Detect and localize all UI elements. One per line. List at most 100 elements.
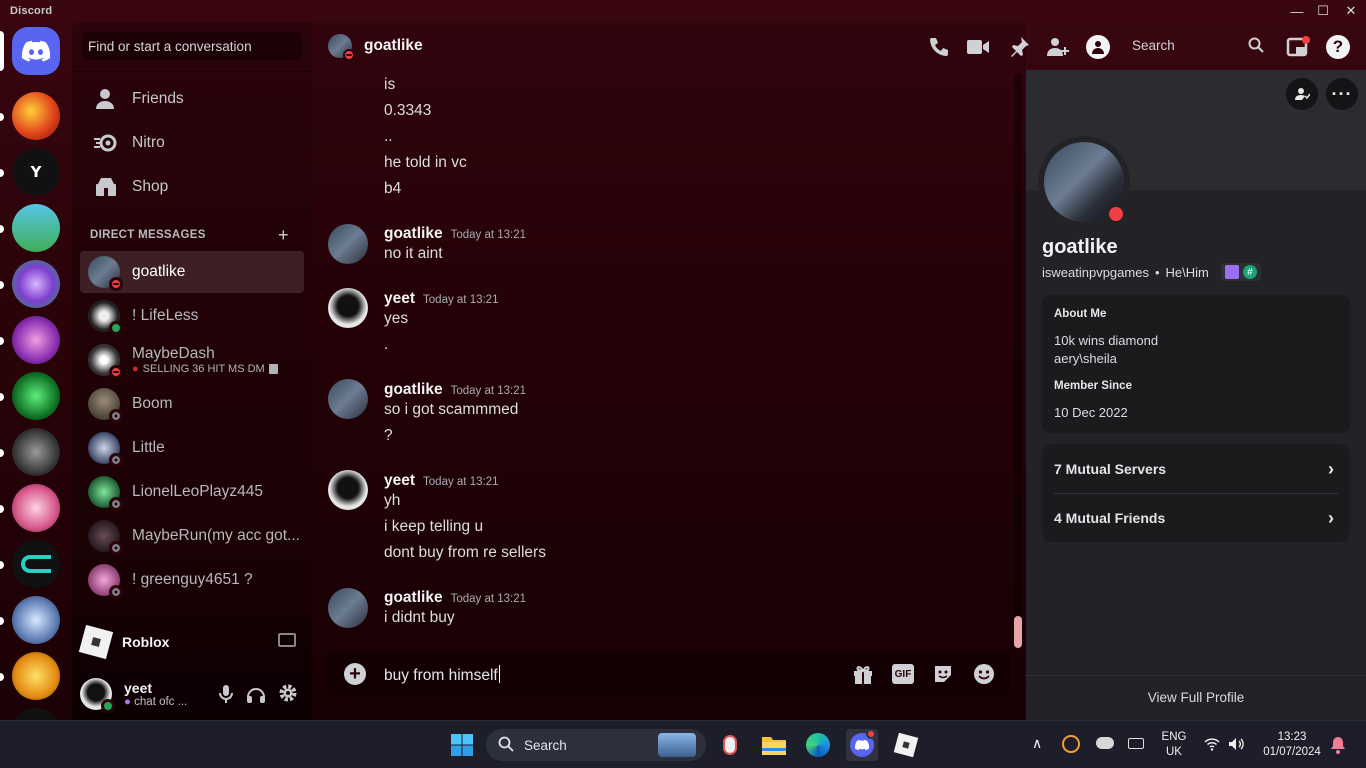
dm-section-header: DIRECT MESSAGES [90, 229, 206, 241]
server-icon[interactable] [12, 204, 60, 252]
sticker-icon[interactable] [932, 663, 954, 690]
help-icon[interactable]: ? [1326, 35, 1350, 59]
message-input-value: buy from himself [384, 667, 498, 684]
server-icon[interactable] [12, 260, 60, 308]
server-icon[interactable] [12, 372, 60, 420]
edge-browser-icon[interactable] [802, 729, 834, 761]
header-search-input[interactable]: Search [1124, 34, 1268, 58]
voice-call-icon[interactable] [928, 36, 950, 63]
stream-icon[interactable] [278, 633, 296, 647]
nav-shop[interactable]: Shop [80, 166, 304, 208]
message-avatar[interactable] [328, 588, 368, 628]
discord-taskbar-icon[interactable] [846, 729, 878, 761]
message-avatar[interactable] [328, 224, 368, 264]
keyboard-icon[interactable] [1128, 738, 1144, 749]
find-conversation-input[interactable]: Find or start a conversation [82, 32, 302, 60]
badge-icon: ● [124, 696, 131, 708]
badges: # [1220, 263, 1261, 281]
user-avatar[interactable] [80, 678, 115, 713]
language-indicator[interactable]: ENG UK [1156, 730, 1192, 760]
message-author[interactable]: yeet [384, 472, 415, 490]
hashtag-badge-icon[interactable]: # [1242, 265, 1257, 279]
custom-status: SELLING 36 HIT MS DM [142, 363, 265, 375]
attach-plus-icon[interactable]: + [344, 663, 366, 685]
message-timestamp: Today at 13:21 [450, 593, 527, 605]
create-dm-button[interactable]: + [278, 225, 289, 246]
unread-dot [0, 169, 4, 177]
clock[interactable]: 13:23 01/07/2024 [1254, 730, 1330, 760]
view-full-profile-link[interactable]: View Full Profile [1026, 690, 1366, 705]
about-line: aery\sheila [1054, 351, 1117, 366]
wifi-icon[interactable] [1204, 737, 1220, 756]
message-author[interactable]: yeet [384, 290, 415, 308]
nav-friends[interactable]: Friends [80, 78, 304, 120]
home-button[interactable] [12, 27, 60, 75]
message-avatar[interactable] [328, 288, 368, 328]
server-icon[interactable] [12, 484, 60, 532]
inbox-icon[interactable] [1286, 36, 1310, 63]
headphones-icon[interactable] [246, 684, 266, 704]
dm-item[interactable]: goatlike [80, 251, 304, 293]
mouse-app-icon[interactable] [714, 729, 746, 761]
scrollbar-thumb[interactable] [1014, 616, 1022, 648]
user-profile-toggle-icon[interactable] [1086, 35, 1110, 59]
gift-icon[interactable] [852, 663, 874, 690]
gif-button[interactable]: GIF [892, 664, 914, 684]
message-composer[interactable]: + buy from himself GIF [328, 652, 1010, 696]
more-options-icon[interactable]: ··· [1326, 78, 1358, 110]
notifications-bell-icon[interactable] [1330, 736, 1346, 759]
microphone-icon[interactable] [216, 684, 236, 704]
dm-item[interactable]: LionelLeoPlayz445 [80, 471, 304, 513]
message-input[interactable]: buy from himself [384, 665, 500, 685]
server-icon[interactable] [12, 428, 60, 476]
dm-item[interactable]: ! greenguy4651 ? [80, 559, 304, 601]
status-text: chat ofc ... [134, 696, 188, 708]
server-icon[interactable] [12, 540, 60, 588]
server-icon[interactable] [12, 316, 60, 364]
server-icon[interactable] [12, 92, 60, 140]
profile-avatar[interactable] [1038, 136, 1130, 228]
message-author[interactable]: goatlike [384, 589, 443, 607]
dm-item[interactable]: MaybeDash ● SELLING 36 HIT MS DM [80, 339, 304, 381]
add-friend-icon[interactable] [1046, 36, 1070, 63]
gear-icon[interactable] [278, 683, 298, 703]
user-status-text: ● chat ofc ... [124, 696, 224, 708]
pin-icon[interactable] [1008, 36, 1030, 63]
taskbar-search[interactable]: Search [486, 729, 706, 761]
message-author[interactable]: goatlike [384, 225, 443, 243]
server-icon[interactable] [12, 596, 60, 644]
message-author[interactable]: goatlike [384, 381, 443, 399]
windows-start-icon[interactable] [446, 729, 478, 761]
channel-name: goatlike [364, 37, 423, 54]
file-explorer-icon[interactable] [758, 729, 790, 761]
close-button[interactable]: ✕ [1334, 0, 1366, 22]
profile-action-icon[interactable] [1286, 78, 1318, 110]
nitro-badge-icon[interactable] [1224, 265, 1239, 279]
volume-icon[interactable] [1228, 737, 1246, 756]
activity-panel[interactable]: Roblox [72, 616, 312, 668]
server-icon[interactable] [12, 652, 60, 700]
tray-overflow-chevron-icon[interactable]: ∧ [1032, 735, 1042, 752]
message-avatar[interactable] [328, 379, 368, 419]
message-timestamp: Today at 13:21 [450, 229, 527, 241]
scrollbar-track[interactable] [1014, 74, 1022, 648]
dm-name: Little [132, 439, 165, 456]
emoji-icon[interactable] [973, 663, 995, 690]
video-call-icon[interactable] [966, 38, 990, 61]
note-icon [268, 364, 278, 374]
server-icon[interactable] [12, 708, 60, 720]
nav-nitro[interactable]: Nitro [80, 122, 304, 164]
cloud-icon[interactable] [1096, 737, 1114, 749]
mutual-servers-row[interactable]: 7 Mutual Servers › [1054, 459, 1338, 479]
unread-dot [0, 673, 4, 681]
dm-item[interactable]: MaybeRun(my acc got... [80, 515, 304, 557]
user-name: yeet [124, 680, 153, 696]
dm-item[interactable]: Boom [80, 383, 304, 425]
server-icon[interactable]: Y [12, 148, 60, 196]
dm-item[interactable]: Little [80, 427, 304, 469]
mutual-friends-row[interactable]: 4 Mutual Friends › [1054, 508, 1338, 528]
roblox-taskbar-icon[interactable] [890, 729, 922, 761]
sync-icon[interactable] [1062, 735, 1080, 753]
message-avatar[interactable] [328, 470, 368, 510]
dm-item[interactable]: ! LifeLess [80, 295, 304, 337]
